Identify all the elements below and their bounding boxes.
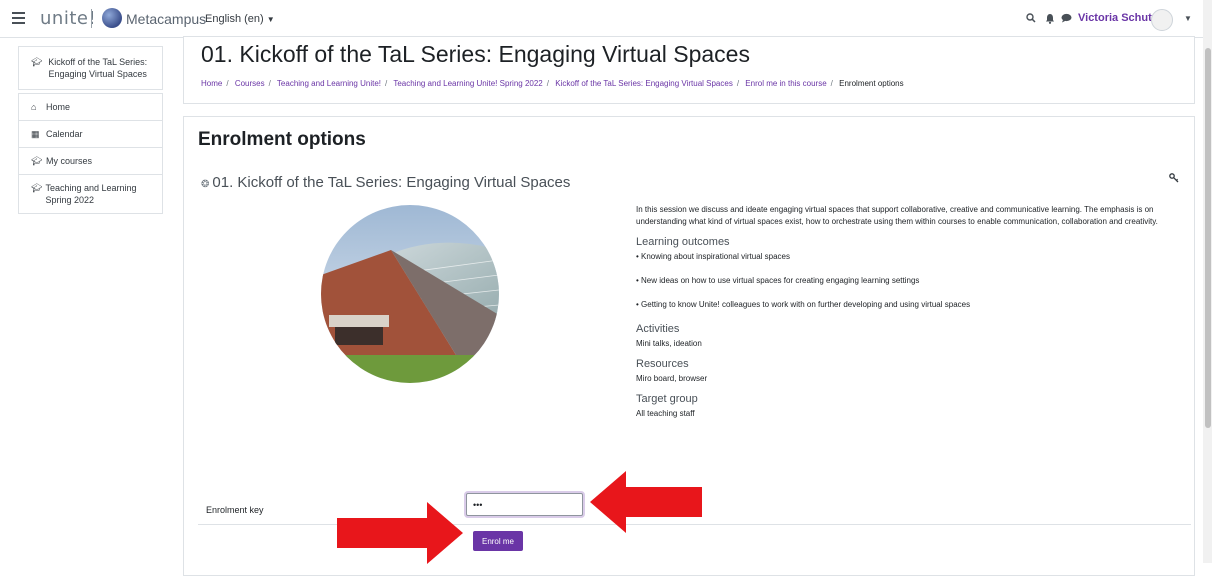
page-title: 01. Kickoff of the TaL Series: Engaging …	[201, 41, 750, 67]
sidebar-item-label: Home	[46, 102, 71, 112]
sidebar-item-home[interactable]: ⌂ Home	[19, 94, 162, 121]
sidebar-item-label: Calendar	[46, 129, 83, 139]
chevron-down-icon: ▼	[266, 15, 275, 24]
breadcrumb-link[interactable]: Enrol me in this course	[745, 79, 826, 88]
sidebar-course-block: 🎓︎ Kickoff of the TaL Series: Engaging V…	[18, 46, 163, 90]
resources-text: Miro board, browser	[636, 374, 708, 383]
target-heading: Target group	[636, 393, 698, 405]
language-label: English (en)	[205, 13, 264, 25]
graduation-cap-icon: 🎓︎	[31, 183, 43, 193]
home-icon: ⌂	[31, 102, 37, 112]
bell-icon[interactable]	[1045, 13, 1055, 27]
sidebar-nav-block: ⌂ Home ▦ Calendar 🎓︎ My courses 🎓︎ Teach…	[18, 93, 163, 214]
enrolment-heading: Enrolment options	[198, 129, 366, 150]
top-navbar: unite! Metacampus English (en) ▼ Victoria…	[0, 0, 1212, 38]
sidebar-item-label: My courses	[46, 156, 93, 166]
sidebar-item-label: Kickoff of the TaL Series: Engaging Virt…	[48, 57, 148, 79]
sidebar-item-my-courses[interactable]: 🎓︎ My courses	[19, 148, 162, 175]
description-text: In this session we discuss and ideate en…	[636, 205, 1158, 226]
scrollbar-thumb[interactable]	[1205, 48, 1211, 428]
sidebar: 🎓︎ Kickoff of the TaL Series: Engaging V…	[18, 46, 163, 214]
breadcrumb-link[interactable]: Courses	[235, 79, 265, 88]
activities-text: Mini talks, ideation	[636, 339, 702, 348]
unite-logo[interactable]: unite!	[40, 8, 96, 29]
user-avatar[interactable]	[1151, 9, 1173, 31]
search-icon[interactable]	[1026, 13, 1036, 26]
outcomes-heading: Learning outcomes	[636, 236, 730, 248]
sidebar-item-calendar[interactable]: ▦ Calendar	[19, 121, 162, 148]
sidebar-item-course[interactable]: 🎓︎ Kickoff of the TaL Series: Engaging V…	[19, 47, 162, 89]
course-description: In this session we discuss and ideate en…	[636, 204, 1186, 420]
breadcrumb-link[interactable]: Kickoff of the TaL Series: Engaging Virt…	[555, 79, 733, 88]
outcome-item: • New ideas on how to use virtual spaces…	[636, 276, 920, 285]
breadcrumb-link[interactable]: Teaching and Learning Unite! Spring 2022	[393, 79, 542, 88]
logo-divider	[91, 9, 92, 28]
enrol-me-button[interactable]: Enrol me	[473, 531, 523, 551]
chevron-down-icon[interactable]: ▼	[1184, 14, 1192, 23]
breadcrumb: Home / Courses / Teaching and Learning Uni…	[201, 79, 904, 88]
outcome-item: • Getting to know Unite! colleagues to w…	[636, 300, 971, 309]
graduation-cap-icon: 🎓︎	[31, 156, 43, 166]
key-icon	[1169, 173, 1179, 186]
course-title[interactable]: ❂ 01. Kickoff of the TaL Series: Engaging…	[201, 174, 570, 191]
user-name[interactable]: Victoria Schutz	[1078, 12, 1157, 24]
chat-icon[interactable]	[1061, 13, 1072, 26]
page-header: 01. Kickoff of the TaL Series: Engaging …	[183, 36, 1195, 104]
menu-icon[interactable]	[12, 12, 25, 27]
metacampus-globe-icon	[102, 8, 122, 28]
sidebar-item-spring-2022[interactable]: 🎓︎ Teaching and Learning Spring 2022	[19, 175, 162, 213]
target-text: All teaching staff	[636, 409, 695, 418]
breadcrumb-link[interactable]: Teaching and Learning Unite!	[277, 79, 381, 88]
brand-name[interactable]: Metacampus	[126, 11, 206, 27]
sidebar-item-label: Teaching and Learning Spring 2022	[45, 183, 137, 205]
course-title-text: 01. Kickoff of the TaL Series: Engaging …	[212, 174, 571, 191]
course-image	[321, 205, 499, 383]
calendar-icon: ▦	[31, 129, 40, 139]
breadcrumb-current: Enrolment options	[839, 79, 904, 88]
annotation-arrow-right	[337, 502, 463, 564]
course-icon: ❂	[201, 179, 210, 190]
enrolment-key-input[interactable]	[464, 491, 585, 518]
annotation-arrow-left	[590, 471, 702, 533]
graduation-cap-icon: 🎓︎	[31, 57, 43, 67]
outcome-item: • Knowing about inspirational virtual sp…	[636, 252, 790, 261]
activities-heading: Activities	[636, 323, 680, 335]
enrolment-key-label: Enrolment key	[206, 505, 264, 515]
language-selector[interactable]: English (en) ▼	[205, 13, 275, 25]
resources-heading: Resources	[636, 358, 689, 370]
breadcrumb-link[interactable]: Home	[201, 79, 222, 88]
